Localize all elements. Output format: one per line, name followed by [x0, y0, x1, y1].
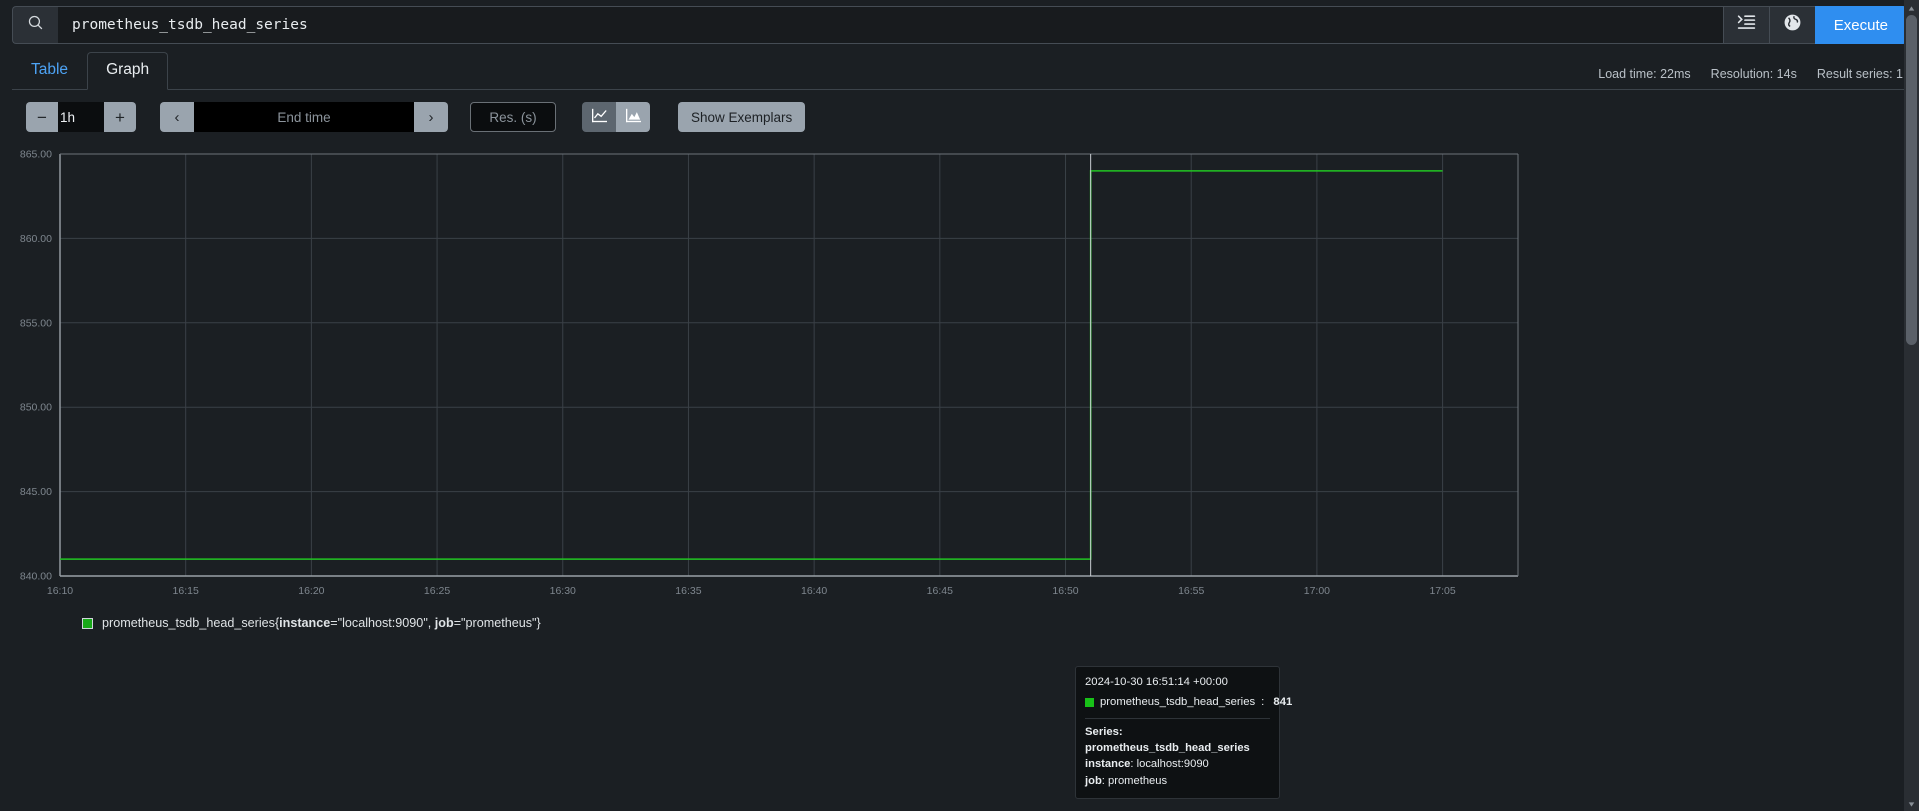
query-bar: Execute: [0, 0, 1919, 46]
line-chart-icon: [591, 108, 608, 126]
chart-type-group: [582, 102, 650, 132]
legend-label-instance-key: instance: [279, 616, 331, 630]
svg-text:855.00: 855.00: [20, 317, 52, 329]
resolution-input[interactable]: [470, 102, 556, 132]
page-scrollbar[interactable]: [1904, 0, 1919, 811]
tab-graph[interactable]: Graph: [87, 52, 169, 90]
result-tabs: Table Graph: [12, 52, 169, 90]
svg-text:17:00: 17:00: [1304, 585, 1330, 597]
scroll-thumb[interactable]: [1906, 15, 1917, 345]
show-exemplars-button[interactable]: Show Exemplars: [678, 102, 806, 132]
query-stats: Load time: 22ms Resolution: 14s Result s…: [1598, 67, 1903, 81]
tooltip-label-job-key: job: [1085, 774, 1102, 787]
legend-eq-1: =: [330, 616, 338, 630]
svg-text:865.00: 865.00: [20, 149, 52, 161]
legend-color-swatch[interactable]: [82, 617, 93, 629]
legend-eq-2: =: [453, 616, 462, 630]
svg-text:16:30: 16:30: [550, 585, 576, 597]
tabs-underline: [12, 89, 1907, 90]
tooltip-timestamp: 2024-10-30 16:51:14 +00:00: [1085, 676, 1228, 688]
graph-area: 840.00 845.00 850.00 855.00 860.00 865.00 16:1…: [0, 142, 1919, 799]
svg-text:16:35: 16:35: [675, 585, 701, 597]
indent-list-icon: [1737, 13, 1756, 37]
legend-metric: prometheus_tsdb_head_series: [102, 616, 275, 630]
svg-text:840.00: 840.00: [20, 571, 52, 583]
stacked-chart-button[interactable]: [616, 102, 650, 132]
svg-text:16:10: 16:10: [47, 585, 73, 597]
svg-text:850.00: 850.00: [20, 402, 52, 414]
tooltip-label-job: job: prometheus: [1085, 774, 1168, 787]
tooltip-series-heading: Series:: [1085, 725, 1123, 738]
graph-controls-toolbar: − + ‹ ›: [0, 90, 1919, 142]
tooltip-label-instance: instance: localhost:9090: [1085, 758, 1209, 771]
query-input[interactable]: [58, 6, 1723, 44]
result-series-stat: Result series: 1: [1816, 67, 1903, 81]
svg-text:845.00: 845.00: [20, 486, 52, 498]
svg-text:16:55: 16:55: [1178, 585, 1204, 597]
tooltip-label-instance-key: instance: [1085, 758, 1131, 771]
svg-text:16:25: 16:25: [424, 585, 450, 597]
stacked-area-chart-icon: [625, 108, 642, 126]
legend-label-instance-value: "localhost:9090": [337, 616, 428, 630]
format-query-button[interactable]: [1722, 6, 1769, 44]
graph-plot[interactable]: 840.00 845.00 850.00 855.00 860.00 865.00 16:1…: [12, 142, 1532, 602]
metrics-explorer-button[interactable]: [1768, 6, 1815, 44]
svg-text:17:05: 17:05: [1429, 585, 1455, 597]
graph-tooltip: 2024-10-30 16:51:14 +00:00 prometheus_ts…: [1075, 666, 1292, 799]
range-input-group: − +: [26, 102, 136, 132]
end-time-previous-button[interactable]: ‹: [160, 102, 194, 132]
svg-text:16:50: 16:50: [1052, 585, 1078, 597]
tooltip-divider: [1085, 717, 1270, 719]
globe-icon: [1783, 13, 1802, 37]
legend-label-job-key: job: [434, 616, 454, 630]
svg-text:16:45: 16:45: [927, 585, 953, 597]
tooltip-color-swatch: [1085, 698, 1094, 708]
query-bar-inner: Execute: [12, 6, 1907, 44]
scroll-up-button[interactable]: [1904, 0, 1919, 15]
line-chart-button[interactable]: [582, 102, 616, 132]
search-button[interactable]: [12, 6, 58, 44]
tooltip-label-instance-value: localhost:9090: [1136, 758, 1209, 771]
range-input[interactable]: [58, 102, 104, 132]
decrease-range-button[interactable]: −: [26, 102, 58, 132]
search-icon: [27, 14, 44, 36]
legend-item[interactable]: prometheus_tsdb_head_series{instance="lo…: [102, 616, 541, 630]
legend-label-job-value: "prometheus": [461, 616, 537, 630]
graph-legend: prometheus_tsdb_head_series{instance="lo…: [0, 602, 1919, 630]
result-tabs-row: Table Graph Load time: 22ms Resolution: …: [0, 50, 1919, 90]
tab-table[interactable]: Table: [12, 52, 87, 90]
execute-button[interactable]: Execute: [1814, 6, 1907, 44]
graph-canvas[interactable]: 840.00 845.00 850.00 855.00 860.00 865.00 16:1…: [12, 142, 1532, 602]
legend-sep-1: ,: [427, 616, 435, 630]
increase-range-button[interactable]: +: [104, 102, 136, 132]
scroll-down-button[interactable]: [1904, 796, 1919, 811]
svg-text:16:20: 16:20: [298, 585, 324, 597]
tooltip-metric-name: prometheus_tsdb_head_series: [1100, 696, 1256, 709]
chevron-down-icon: [1908, 795, 1915, 811]
tooltip-value: 841: [1273, 696, 1293, 709]
tooltip-value-row: prometheus_tsdb_head_series: 841: [1085, 694, 1292, 710]
tooltip-label-job-value: prometheus: [1108, 774, 1168, 787]
legend-close-brace: }: [536, 616, 541, 630]
svg-text:860.00: 860.00: [20, 233, 52, 245]
end-time-group: ‹ ›: [160, 102, 448, 132]
load-time: Load time: 22ms: [1598, 67, 1691, 81]
svg-text:16:15: 16:15: [173, 585, 199, 597]
svg-text:16:40: 16:40: [801, 585, 827, 597]
tooltip-series-name: prometheus_tsdb_head_series: [1085, 742, 1250, 755]
resolution-stat: Resolution: 14s: [1710, 67, 1797, 81]
end-time-next-button[interactable]: ›: [414, 102, 448, 132]
end-time-input[interactable]: [194, 102, 414, 132]
